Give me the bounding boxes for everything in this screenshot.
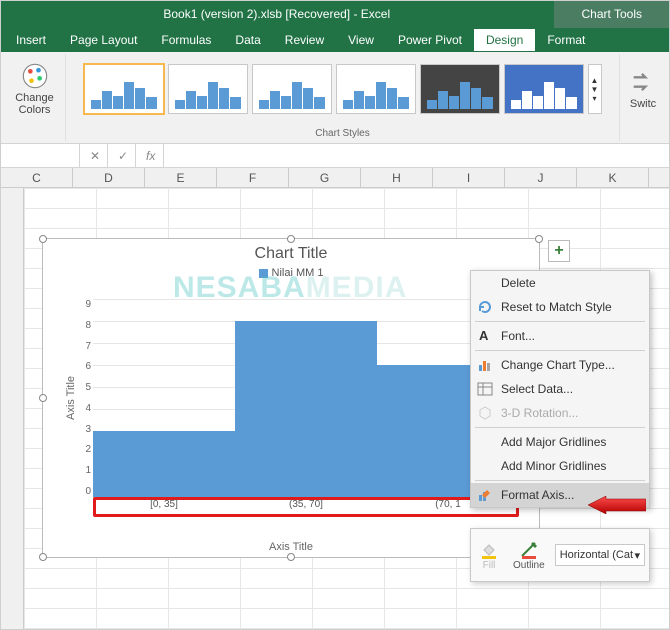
- legend-label: Nilai MM 1: [272, 267, 324, 279]
- chart-style-4[interactable]: [336, 64, 416, 114]
- col-header[interactable]: J: [505, 168, 577, 187]
- ribbon-group-data: Switc: [620, 54, 666, 141]
- chart-elements-button[interactable]: +: [548, 240, 570, 262]
- formula-bar: ✕ ✓ fx: [0, 144, 670, 168]
- chart-tools-context: Chart Tools: [554, 0, 670, 28]
- selector-value: Horizontal (Cat: [560, 549, 633, 561]
- x-axis-title[interactable]: Axis Title: [43, 541, 539, 553]
- ribbon-tabs: Insert Page Layout Formulas Data Review …: [0, 28, 670, 52]
- menu-font[interactable]: A Font...: [471, 324, 649, 348]
- row-headers: [0, 188, 24, 630]
- y-axis-tick-labels: 987 654 321 0: [69, 299, 91, 497]
- resize-handle[interactable]: [39, 394, 47, 402]
- resize-handle[interactable]: [535, 235, 543, 243]
- tab-review[interactable]: Review: [273, 29, 336, 51]
- cube-icon: [477, 405, 493, 421]
- callout-arrow: [586, 496, 646, 514]
- tab-formulas[interactable]: Formulas: [149, 29, 223, 51]
- ribbon-group-chart-styles: ▲ ▼ ▾ Chart Styles: [66, 54, 620, 141]
- col-header[interactable]: I: [433, 168, 505, 187]
- col-header[interactable]: E: [145, 168, 217, 187]
- legend-swatch: [259, 269, 268, 278]
- ribbon-group-colors: Change Colors: [4, 54, 66, 141]
- bar-1[interactable]: [93, 431, 235, 497]
- column-headers: C D E F G H I J K L: [0, 168, 670, 188]
- window-titlebar: Book1 (version 2).xlsb [Recovered] - Exc…: [0, 0, 670, 28]
- name-box[interactable]: [0, 144, 80, 167]
- app-title: Book1 (version 2).xlsb [Recovered] - Exc…: [0, 7, 554, 21]
- menu-add-major-gridlines[interactable]: Add Major Gridlines: [471, 430, 649, 454]
- chart-style-5[interactable]: [420, 64, 500, 114]
- change-colors-label: Change Colors: [15, 92, 54, 116]
- chart-legend[interactable]: Nilai MM 1: [43, 267, 539, 279]
- chart-styles-group-label: Chart Styles: [66, 128, 619, 139]
- menu-3d-rotation: 3-D Rotation...: [471, 401, 649, 425]
- chart-styles-more[interactable]: ▲ ▼ ▾: [588, 64, 602, 114]
- switch-row-col-button[interactable]: Switc: [623, 56, 663, 122]
- chart-type-icon: [477, 357, 493, 373]
- formula-input[interactable]: [164, 144, 670, 167]
- embedded-chart[interactable]: Chart Title Nilai MM 1 NESABAMEDIA Axis …: [42, 238, 540, 558]
- switch-icon: [629, 68, 657, 96]
- resize-handle[interactable]: [39, 553, 47, 561]
- col-header[interactable]: L: [649, 168, 670, 187]
- format-axis-icon: [477, 487, 493, 503]
- mini-toolbar: Fill Outline Horizontal (Cat ▾: [470, 528, 650, 582]
- resize-handle[interactable]: [287, 235, 295, 243]
- tab-format[interactable]: Format: [535, 29, 597, 51]
- context-menu: Delete Reset to Match Style A Font... Ch…: [470, 270, 650, 508]
- tab-power-pivot[interactable]: Power Pivot: [386, 29, 474, 51]
- menu-add-minor-gridlines[interactable]: Add Minor Gridlines: [471, 454, 649, 478]
- fx-button[interactable]: fx: [136, 144, 164, 167]
- chart-style-3[interactable]: [252, 64, 332, 114]
- chevron-up-icon: ▲: [591, 76, 599, 85]
- col-header[interactable]: D: [73, 168, 145, 187]
- chevron-down-icon: ▼: [591, 85, 599, 94]
- col-header[interactable]: F: [217, 168, 289, 187]
- tab-data[interactable]: Data: [223, 29, 272, 51]
- outline-icon: [519, 540, 539, 560]
- fill-icon: [479, 540, 499, 560]
- menu-delete[interactable]: Delete: [471, 271, 649, 295]
- chart-style-1[interactable]: [84, 64, 164, 114]
- change-colors-button[interactable]: Change Colors: [9, 56, 60, 122]
- bar-2[interactable]: [235, 321, 377, 497]
- palette-icon: [21, 62, 49, 90]
- chevron-down-icon: ▾: [634, 549, 640, 562]
- tab-page-layout[interactable]: Page Layout: [58, 29, 149, 51]
- menu-select-data[interactable]: Select Data...: [471, 377, 649, 401]
- col-header[interactable]: C: [1, 168, 73, 187]
- fill-button[interactable]: Fill: [475, 540, 503, 571]
- worksheet-grid[interactable]: C D E F G H I J K L Chart Title Nilai MM…: [0, 168, 670, 630]
- font-icon: A: [479, 328, 495, 344]
- chart-title[interactable]: Chart Title: [43, 245, 539, 263]
- chart-style-6[interactable]: [504, 64, 584, 114]
- chevron-down-icon-2: ▾: [592, 94, 596, 103]
- outline-button[interactable]: Outline: [509, 540, 549, 571]
- col-header[interactable]: K: [577, 168, 649, 187]
- histogram-bars[interactable]: [93, 299, 519, 497]
- enter-button[interactable]: ✓: [108, 144, 136, 167]
- menu-change-chart-type[interactable]: Change Chart Type...: [471, 353, 649, 377]
- tab-view[interactable]: View: [336, 29, 386, 51]
- x-axis-tick-labels[interactable]: [0, 35] (35, 70] (70, 1: [93, 499, 519, 515]
- select-data-icon: [477, 381, 493, 397]
- menu-reset-match-style[interactable]: Reset to Match Style: [471, 295, 649, 319]
- cancel-button[interactable]: ✕: [80, 144, 108, 167]
- switch-label: Switc: [630, 98, 656, 110]
- resize-handle[interactable]: [39, 235, 47, 243]
- tab-insert[interactable]: Insert: [4, 29, 58, 51]
- reset-icon: [477, 299, 493, 315]
- tab-design[interactable]: Design: [474, 29, 535, 51]
- col-header[interactable]: H: [361, 168, 433, 187]
- grid-cells[interactable]: Chart Title Nilai MM 1 NESABAMEDIA Axis …: [0, 188, 670, 630]
- chart-style-2[interactable]: [168, 64, 248, 114]
- ribbon: Change Colors ▲ ▼: [0, 52, 670, 144]
- col-header[interactable]: G: [289, 168, 361, 187]
- resize-handle[interactable]: [287, 553, 295, 561]
- plot-area[interactable]: 987 654 321 0: [93, 299, 519, 497]
- chart-element-selector[interactable]: Horizontal (Cat ▾: [555, 544, 645, 566]
